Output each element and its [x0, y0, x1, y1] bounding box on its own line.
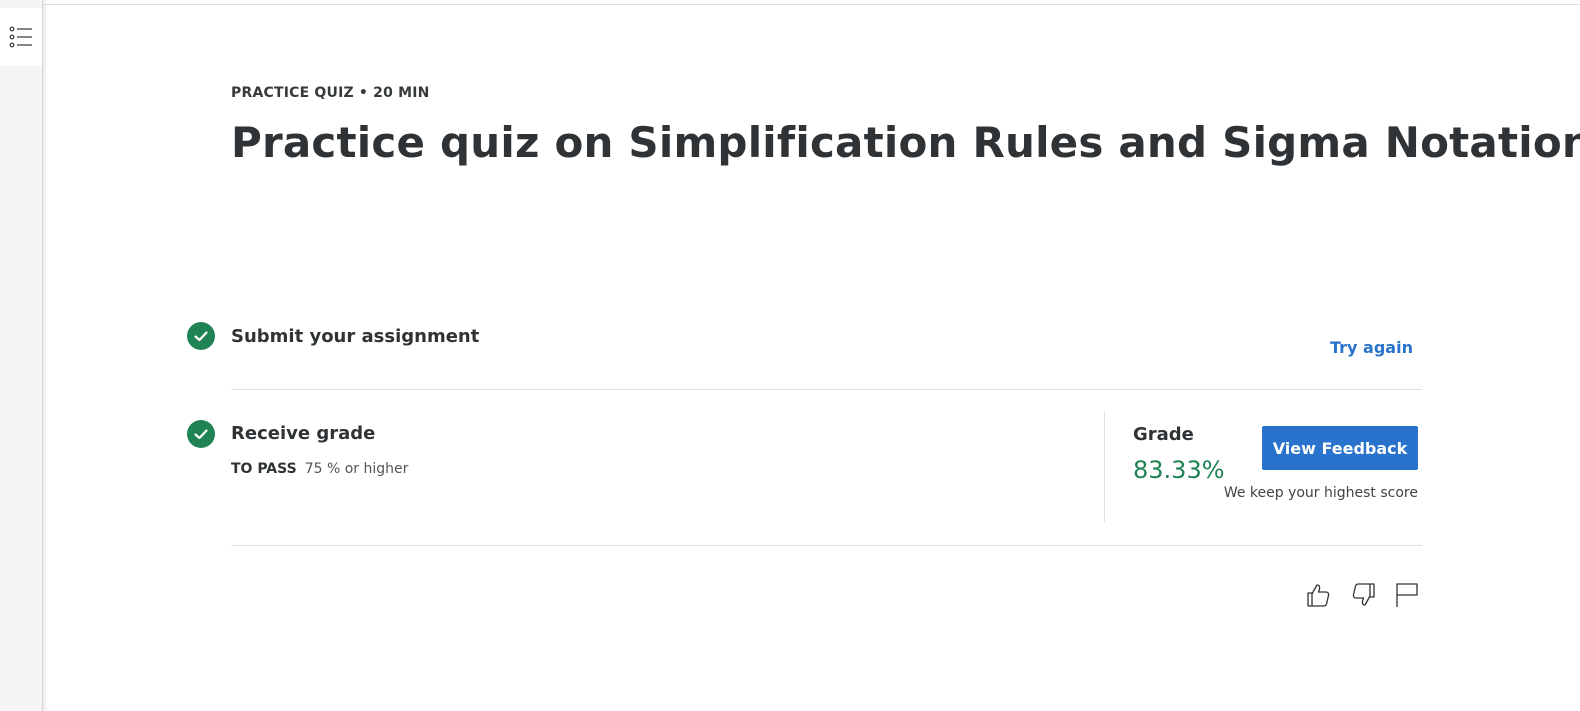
- list-icon: [9, 26, 32, 48]
- check-circle-icon: [187, 420, 215, 448]
- grade-divider: [1104, 411, 1105, 522]
- highest-score-note: We keep your highest score: [1223, 485, 1418, 501]
- thumbs-down-icon: [1352, 583, 1375, 606]
- dislike-button[interactable]: [1349, 580, 1379, 610]
- left-rail: [0, 0, 43, 711]
- pass-label: TO PASS: [231, 461, 297, 477]
- try-again-link[interactable]: Try again: [1330, 338, 1413, 357]
- pass-requirement: TO PASS 75 % or higher: [231, 461, 408, 477]
- flag-icon: [1396, 583, 1418, 607]
- step-submit-title: Submit your assignment: [231, 326, 480, 347]
- section-divider: [231, 545, 1422, 546]
- grade-value: 83.33%: [1133, 456, 1225, 484]
- toc-toggle-button[interactable]: [0, 8, 42, 66]
- item-type-label: PRACTICE QUIZ • 20 MIN: [231, 85, 430, 101]
- pass-value: 75 % or higher: [304, 461, 409, 477]
- grade-label: Grade: [1133, 424, 1194, 445]
- step-divider: [231, 389, 1422, 390]
- step-grade-title: Receive grade: [231, 423, 376, 444]
- view-feedback-button[interactable]: View Feedback: [1262, 426, 1418, 470]
- top-divider: [44, 4, 1580, 5]
- thumbs-up-icon: [1307, 584, 1330, 607]
- report-button[interactable]: [1392, 580, 1422, 610]
- check-circle-icon: [187, 322, 215, 350]
- page-title: Practice quiz on Simplification Rules an…: [231, 118, 1580, 167]
- like-button[interactable]: [1303, 580, 1333, 610]
